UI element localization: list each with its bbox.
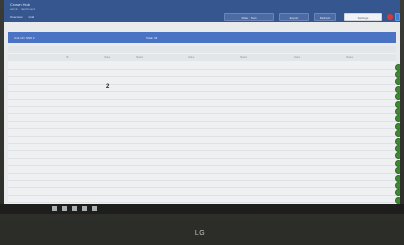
status-badge-icon[interactable] [395,85,400,93]
status-badge-icon[interactable] [395,100,400,108]
data-grid: ID Value Status Value Status Value Statu… [8,46,400,212]
status-badge-icon[interactable] [395,63,400,71]
column-header[interactable]: Value [104,56,110,59]
table-row[interactable] [8,79,396,85]
subbar-center-text: Total: 32 [146,36,158,40]
breadcrumb: Overview Grid [10,15,34,19]
account-button[interactable] [395,13,400,21]
status-badge-icon[interactable] [395,189,400,197]
taskbar-app-icon[interactable] [82,206,87,211]
settings-button[interactable]: Settings [344,13,382,21]
subbar-left-text: Unit 10 / Shift 2 [14,36,35,40]
status-badge-icon[interactable] [395,152,400,160]
breadcrumb-item[interactable]: Grid [29,15,35,19]
monitor-logo: LG [194,230,206,237]
table-row[interactable] [8,64,396,70]
status-badge-icon[interactable] [395,196,400,204]
table-row[interactable] [8,101,396,107]
table-row[interactable] [8,94,396,100]
table-row[interactable] [8,108,396,115]
table-row[interactable] [8,116,396,122]
status-badge-icon[interactable] [395,93,400,101]
table-row[interactable] [8,138,396,144]
status-badge-icon[interactable] [395,130,400,138]
status-badge-icon[interactable] [395,115,400,123]
status-badge-icon[interactable] [395,78,400,86]
column-header[interactable]: Status [240,56,247,59]
status-badge-icon[interactable] [395,167,400,175]
column-header[interactable]: Status [346,56,353,59]
breadcrumb-item[interactable]: Overview [10,15,23,19]
taskbar [0,204,404,214]
status-badge-icon[interactable] [395,159,400,167]
table-row[interactable] [8,153,396,159]
column-header[interactable]: Value [188,56,194,59]
filter-sort-button[interactable]: Filter · Sort [224,13,274,21]
table-row[interactable]: 2 [8,84,396,93]
app-subtitle: admin · dashboard [10,7,36,11]
table-row[interactable] [8,175,396,181]
table-row[interactable] [8,145,396,152]
table-row[interactable] [8,160,396,167]
app-header: Crown Hub admin · dashboard Overview Gri… [4,0,400,22]
table-row[interactable] [8,71,396,78]
notification-icon[interactable] [387,14,393,20]
status-badge-icon[interactable] [395,70,400,78]
start-icon[interactable] [52,206,57,211]
taskbar-app-icon[interactable] [72,206,77,211]
table-row[interactable] [8,131,396,137]
refresh-button[interactable]: Refresh [314,13,336,21]
status-badge-icon[interactable] [395,137,400,145]
column-header[interactable]: Value [294,56,300,59]
table-row[interactable] [8,168,396,174]
table-row[interactable] [8,182,396,189]
export-button[interactable]: Export [279,13,309,21]
status-badge-icon[interactable] [395,144,400,152]
status-badge-icon[interactable] [395,107,400,115]
sub-bar: Unit 10 / Shift 2 Total: 32 [8,32,396,43]
table-row[interactable] [8,190,396,196]
table-row[interactable] [8,123,396,130]
taskbar-app-icon[interactable] [62,206,67,211]
monitor-screen: Crown Hub admin · dashboard Overview Gri… [4,0,400,212]
status-badge-icon[interactable] [395,122,400,130]
taskbar-app-icon[interactable] [92,206,97,211]
table-row[interactable] [8,197,396,204]
column-header[interactable]: ID [66,56,69,59]
status-badge-icon[interactable] [395,174,400,182]
column-header-row: ID Value Status Value Status Value Statu… [8,54,396,61]
status-badge-icon[interactable] [395,181,400,189]
group-header-row [8,46,396,53]
row-value: 2 [106,84,110,91]
column-header[interactable]: Status [136,56,143,59]
